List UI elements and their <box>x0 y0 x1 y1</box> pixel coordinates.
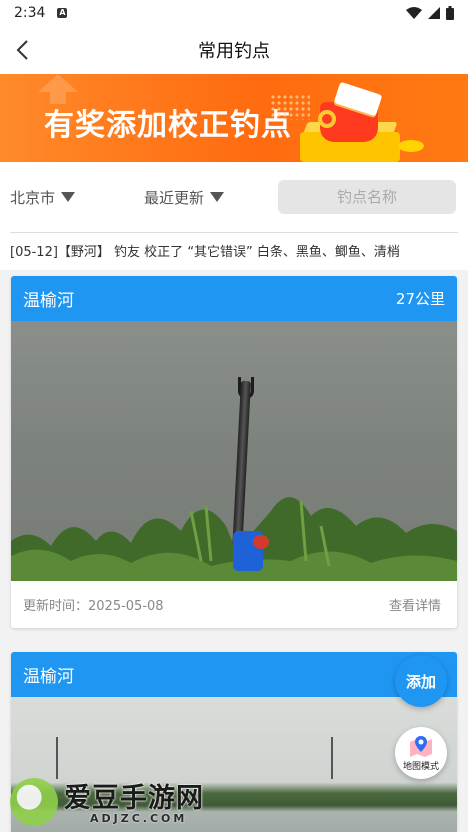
watermark-logo-icon <box>10 778 58 826</box>
spot-name: 温榆河 <box>23 291 74 311</box>
map-pin-icon <box>410 736 432 757</box>
news-ticker: [05-12]【野河】 钓友 校正了 “其它错误” 白条、黑鱼、鲫鱼、清梢 <box>0 232 468 270</box>
add-spot-button[interactable]: 添加 <box>395 655 447 707</box>
map-mode-button[interactable]: 地图模式 <box>395 727 447 779</box>
wifi-icon <box>406 6 422 19</box>
city-filter-label: 北京市 <box>10 188 56 207</box>
rod-reel-knob <box>253 535 269 549</box>
watermark-title: 爱豆手游网 <box>64 783 204 814</box>
banner-text: 有奖添加校正钓点 <box>44 108 292 143</box>
cup-handle-decoration <box>318 110 336 128</box>
spot-card-header: 温榆河 <box>11 652 457 697</box>
promo-banner[interactable]: 有奖添加校正钓点 <box>0 74 468 162</box>
coin-decoration <box>398 140 424 152</box>
status-time: 2:34 <box>14 5 46 21</box>
sort-filter-label: 最近更新 <box>144 188 205 207</box>
news-text[interactable]: [05-12]【野河】 钓友 校正了 “其它错误” 白条、黑鱼、鲫鱼、清梢 <box>10 232 458 260</box>
city-filter[interactable]: 北京市 <box>10 187 144 208</box>
spot-search-input[interactable] <box>278 180 456 214</box>
status-bar: 2:34 A <box>0 0 468 26</box>
page-title: 常用钓点 <box>198 41 270 62</box>
battery-icon <box>446 6 454 20</box>
power-pylon <box>331 737 333 779</box>
watermark-subtitle: ADJZC.COM <box>90 812 188 825</box>
map-mode-label: 地图模式 <box>402 762 439 772</box>
dots-decoration <box>270 94 310 120</box>
chevron-left-icon <box>16 40 28 60</box>
dropdown-triangle-icon <box>210 192 225 202</box>
spot-name: 温榆河 <box>23 667 74 687</box>
spot-photo[interactable] <box>11 321 457 581</box>
notification-icon: A <box>57 8 68 18</box>
sort-filter[interactable]: 最近更新 <box>144 187 278 208</box>
spot-card[interactable]: 温榆河 27公里 更新时间：2025-05-08 查看详情 <box>11 276 457 628</box>
nav-bar: 常用钓点 <box>0 26 468 74</box>
back-button[interactable] <box>8 36 36 64</box>
spot-distance: 27公里 <box>395 290 445 308</box>
dropdown-triangle-icon <box>61 192 76 202</box>
view-details-link[interactable]: 查看详情 <box>389 595 441 614</box>
spot-card-footer: 更新时间：2025-05-08 查看详情 <box>11 581 457 628</box>
spot-card-header: 温榆河 27公里 <box>11 276 457 321</box>
site-watermark: 爱豆手游网 ADJZC.COM <box>8 770 258 832</box>
signal-icon <box>428 7 440 19</box>
spot-updated-time: 更新时间：2025-05-08 <box>23 599 164 614</box>
filter-row: 北京市 最近更新 <box>0 162 468 232</box>
